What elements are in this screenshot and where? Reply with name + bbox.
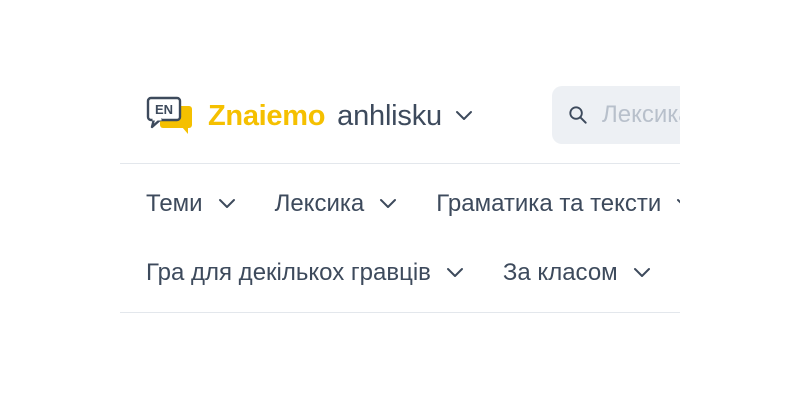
nav-item-by-grade[interactable]: За класом (503, 259, 652, 287)
chevron-down-icon (217, 198, 237, 210)
search-input[interactable] (602, 101, 680, 129)
nav-item-label: Граматика та тексти (436, 190, 662, 217)
nav-item-label: За класом (502, 259, 618, 286)
site-logo[interactable]: EN Znaiemo anhlisku (146, 96, 474, 136)
search-icon[interactable] (568, 102, 588, 128)
chevron-down-icon[interactable] (454, 110, 474, 122)
header-divider (120, 163, 680, 164)
main-nav-row-1: Теми Лексика Граматика та тексти (146, 186, 680, 222)
nav-item-label: Гра для декількох гравців (146, 259, 431, 286)
chat-bubbles-logo-icon: EN (146, 96, 192, 134)
nav-item-vocabulary[interactable]: Лексика (275, 190, 399, 218)
nav-item-label: Теми (146, 190, 203, 217)
chevron-down-icon (445, 267, 465, 279)
nav-item-grammar-and-texts[interactable]: Граматика та тексти (436, 190, 680, 218)
nav-item-topics[interactable]: Теми (146, 190, 237, 218)
nav-divider (120, 312, 680, 313)
chevron-down-icon (378, 198, 398, 210)
site-header: EN Znaiemo anhlisku Теми Лексика (120, 0, 680, 400)
brand-name-secondary: anhlisku (337, 99, 442, 132)
search-bar[interactable] (552, 86, 680, 144)
main-nav-row-2: Гра для декількох гравців За класом (146, 255, 680, 291)
chevron-down-icon (632, 267, 652, 279)
brand-name-primary: Znaiemo (208, 99, 326, 132)
nav-item-multiplayer-game[interactable]: Гра для декількох гравців (146, 259, 465, 287)
chevron-down-icon (675, 198, 680, 210)
header-top-bar: EN Znaiemo anhlisku (120, 84, 680, 148)
nav-item-label: Лексика (274, 190, 365, 217)
logo-badge-text: EN (155, 102, 173, 117)
